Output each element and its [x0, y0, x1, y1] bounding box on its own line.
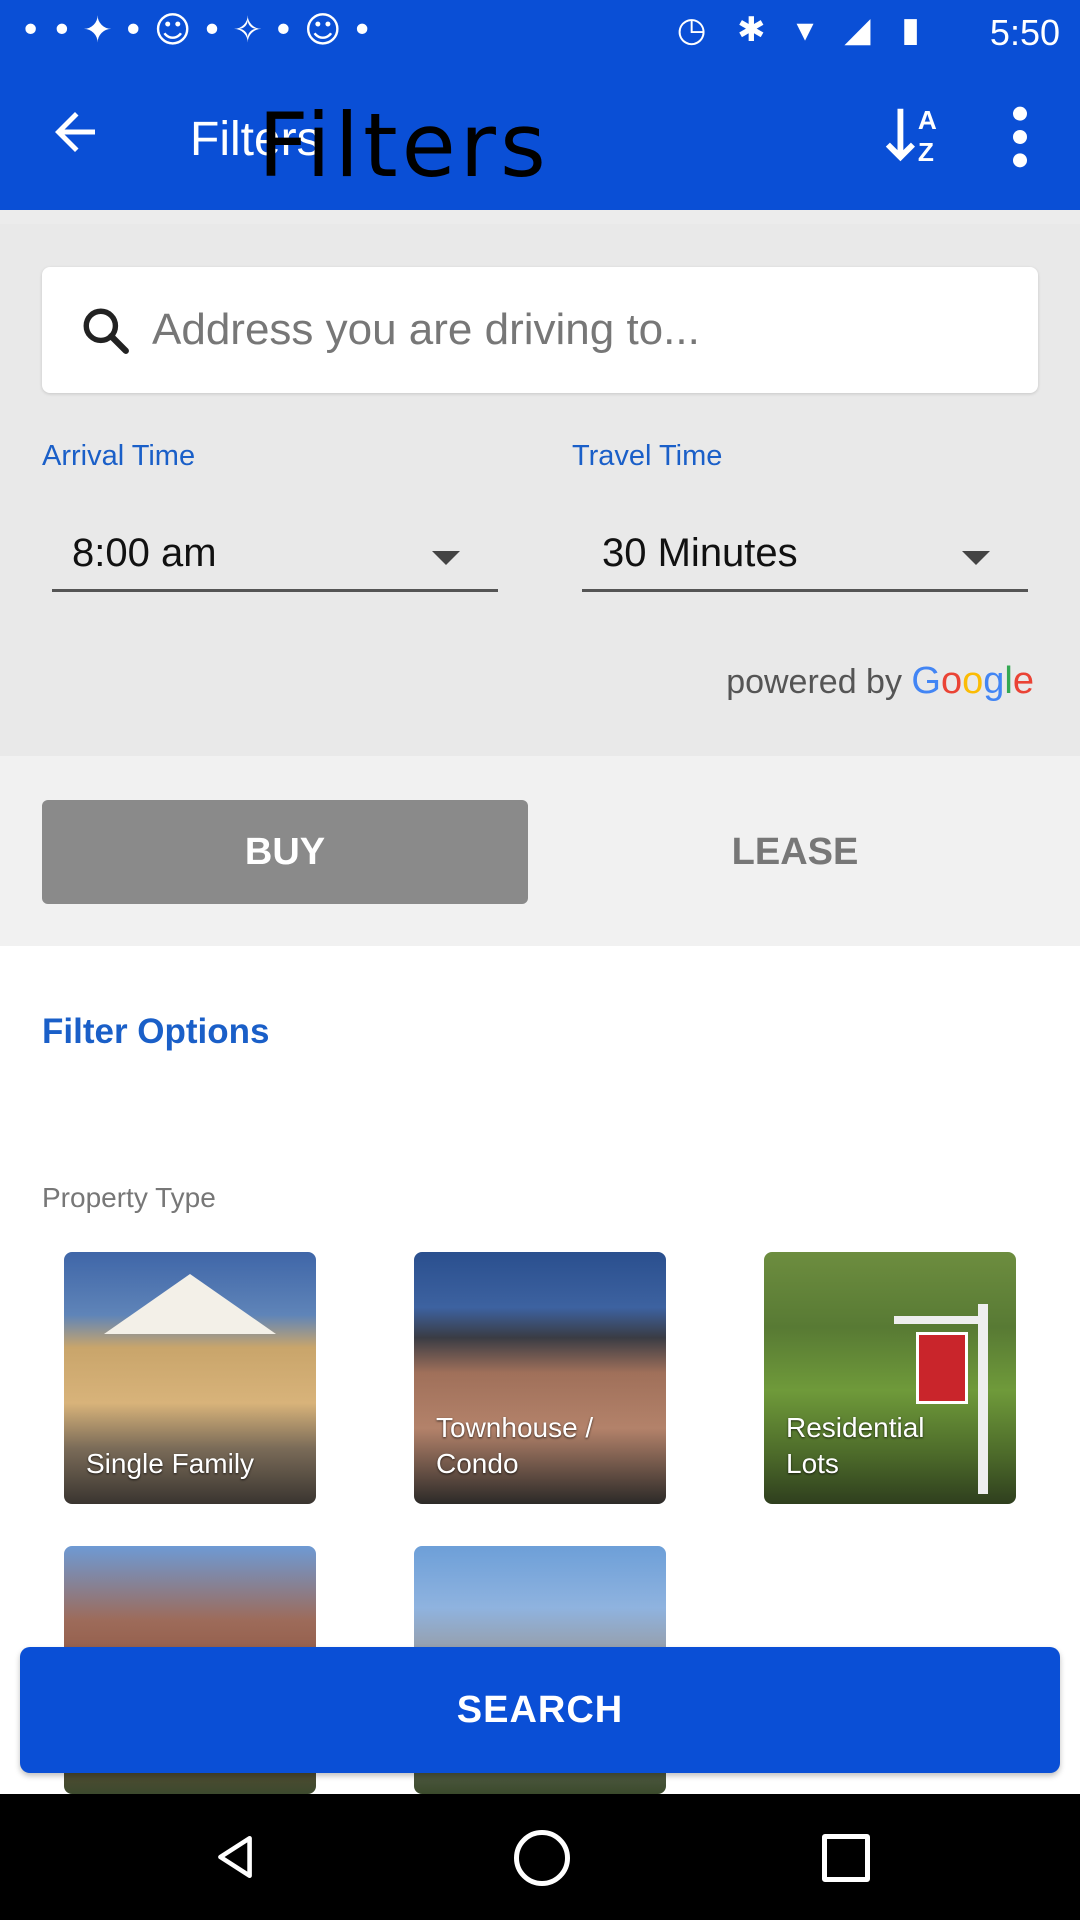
filter-options-heading: Filter Options: [42, 1012, 270, 1051]
search-icon: [83, 308, 129, 354]
status-time: 5:50: [989, 12, 1060, 53]
back-arrow-icon[interactable]: [45, 102, 105, 162]
tile-label: Residential Lots: [786, 1412, 925, 1479]
more-vertical-icon[interactable]: [1000, 102, 1040, 172]
overlay-title: Filters: [258, 94, 550, 197]
nav-home-icon[interactable]: [514, 1830, 570, 1886]
buy-button[interactable]: BUY: [42, 800, 528, 904]
svg-text:A: A: [918, 105, 937, 135]
search-button[interactable]: SEARCH: [20, 1647, 1060, 1773]
arrival-time-value: 8:00 am: [72, 531, 217, 575]
address-search-box[interactable]: [42, 267, 1038, 393]
nav-recents-icon[interactable]: [822, 1834, 870, 1882]
google-logo: Google: [911, 660, 1034, 702]
nav-back-icon[interactable]: [210, 1832, 260, 1882]
chevron-down-icon: [432, 551, 460, 565]
travel-time-value: 30 Minutes: [602, 531, 798, 575]
system-icons: ◷ ✱ ▾ ◢ ▮: [676, 10, 930, 50]
for-sale-sign-image: [916, 1332, 968, 1404]
address-input[interactable]: [150, 291, 1014, 369]
sort-az-icon[interactable]: A Z: [880, 100, 950, 170]
sign-post: [978, 1304, 988, 1494]
notification-icons: ••✦•☺•✧•☺•: [20, 10, 383, 51]
lease-button[interactable]: LEASE: [552, 800, 1038, 904]
sign-post-arm: [894, 1316, 988, 1324]
property-type-label: Property Type: [42, 1182, 216, 1213]
house-image: [104, 1274, 276, 1334]
chevron-down-icon: [962, 551, 990, 565]
arrival-time-dropdown[interactable]: 8:00 am: [52, 525, 498, 592]
powered-by-text: powered by: [726, 663, 902, 701]
app-bar: Filters Filters A Z: [0, 62, 1080, 210]
property-tile-residential-lots[interactable]: Residential Lots: [764, 1252, 1016, 1504]
powered-by-google: powered by Google: [726, 660, 1034, 703]
status-bar: ••✦•☺•✧•☺• ◷ ✱ ▾ ◢ ▮ 5:50: [0, 0, 1080, 62]
travel-time-label: Travel Time: [572, 440, 723, 472]
system-navigation-bar: [0, 1794, 1080, 1920]
property-tile-townhouse[interactable]: Townhouse / Condo: [414, 1252, 666, 1504]
property-tile-single-family[interactable]: Single Family: [64, 1252, 316, 1504]
svg-text:Z: Z: [918, 137, 934, 167]
travel-time-dropdown[interactable]: 30 Minutes: [582, 525, 1028, 592]
arrival-time-label: Arrival Time: [42, 440, 196, 472]
tile-label: Townhouse / Condo: [436, 1412, 594, 1479]
tile-label: Single Family: [86, 1448, 255, 1479]
